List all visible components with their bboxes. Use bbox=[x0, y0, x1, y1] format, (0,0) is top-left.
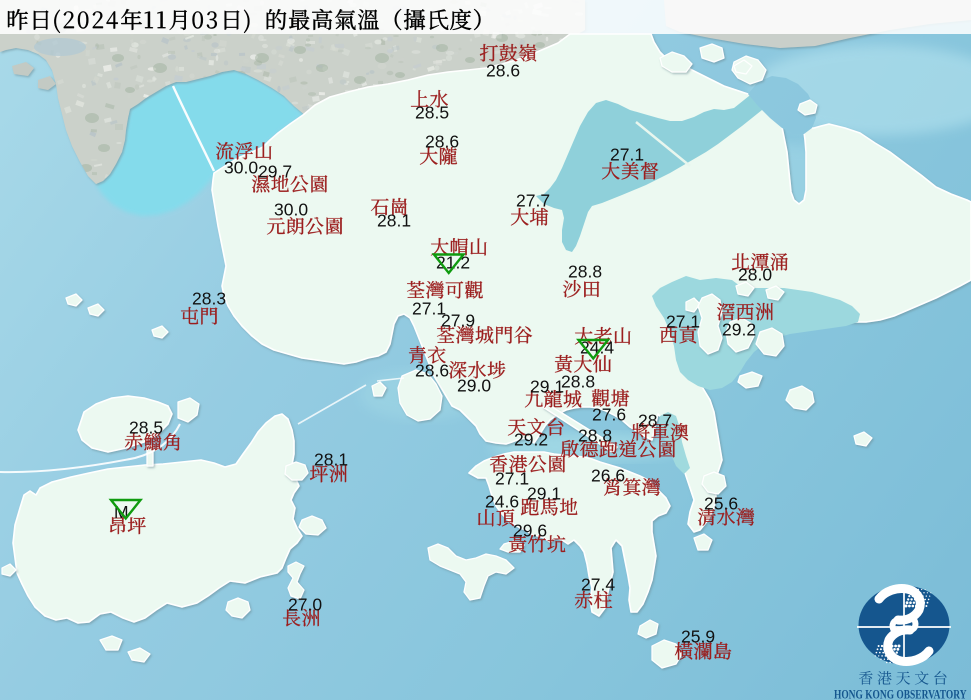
svg-text:28.7: 28.7 bbox=[638, 411, 672, 431]
svg-text:29.1: 29.1 bbox=[530, 377, 564, 397]
svg-text:27.6: 27.6 bbox=[592, 405, 626, 425]
svg-text:29.7: 29.7 bbox=[258, 162, 292, 182]
svg-text:25.6: 25.6 bbox=[704, 494, 738, 514]
svg-text:28.0: 28.0 bbox=[738, 265, 772, 285]
svg-text:28.6: 28.6 bbox=[486, 61, 520, 81]
svg-text:26.6: 26.6 bbox=[591, 466, 625, 486]
svg-text:28.1: 28.1 bbox=[377, 211, 411, 231]
svg-text:27.1: 27.1 bbox=[495, 469, 529, 489]
svg-text:28.1: 28.1 bbox=[314, 450, 348, 470]
svg-text:28.3: 28.3 bbox=[192, 289, 226, 309]
svg-text:27.9: 27.9 bbox=[441, 311, 475, 331]
svg-text:30.0: 30.0 bbox=[274, 200, 308, 220]
svg-text:28.5: 28.5 bbox=[129, 418, 163, 438]
svg-text:HONG KONG OBSERVATORY: HONG KONG OBSERVATORY bbox=[834, 688, 967, 700]
svg-text:27.0: 27.0 bbox=[288, 595, 322, 615]
svg-text:28.5: 28.5 bbox=[415, 103, 449, 123]
svg-text:29.2: 29.2 bbox=[514, 430, 548, 450]
svg-text:27.7: 27.7 bbox=[516, 191, 550, 211]
svg-text:29.1: 29.1 bbox=[527, 484, 561, 504]
svg-text:27.4: 27.4 bbox=[581, 575, 615, 595]
svg-text:28.6: 28.6 bbox=[415, 361, 449, 381]
svg-text:27.1: 27.1 bbox=[610, 145, 644, 165]
svg-text:29.2: 29.2 bbox=[722, 320, 756, 340]
svg-text:24.6: 24.6 bbox=[485, 492, 519, 512]
svg-text:29.0: 29.0 bbox=[457, 376, 491, 396]
svg-text:28.8: 28.8 bbox=[561, 372, 595, 392]
svg-text:28.8: 28.8 bbox=[568, 262, 602, 282]
svg-text:28.8: 28.8 bbox=[578, 426, 612, 446]
svg-text:28.6: 28.6 bbox=[425, 132, 459, 152]
svg-text:29.6: 29.6 bbox=[513, 521, 547, 541]
svg-text:30.0: 30.0 bbox=[224, 158, 258, 178]
svg-text:25.9: 25.9 bbox=[681, 627, 715, 647]
svg-text:27.1: 27.1 bbox=[666, 312, 700, 332]
